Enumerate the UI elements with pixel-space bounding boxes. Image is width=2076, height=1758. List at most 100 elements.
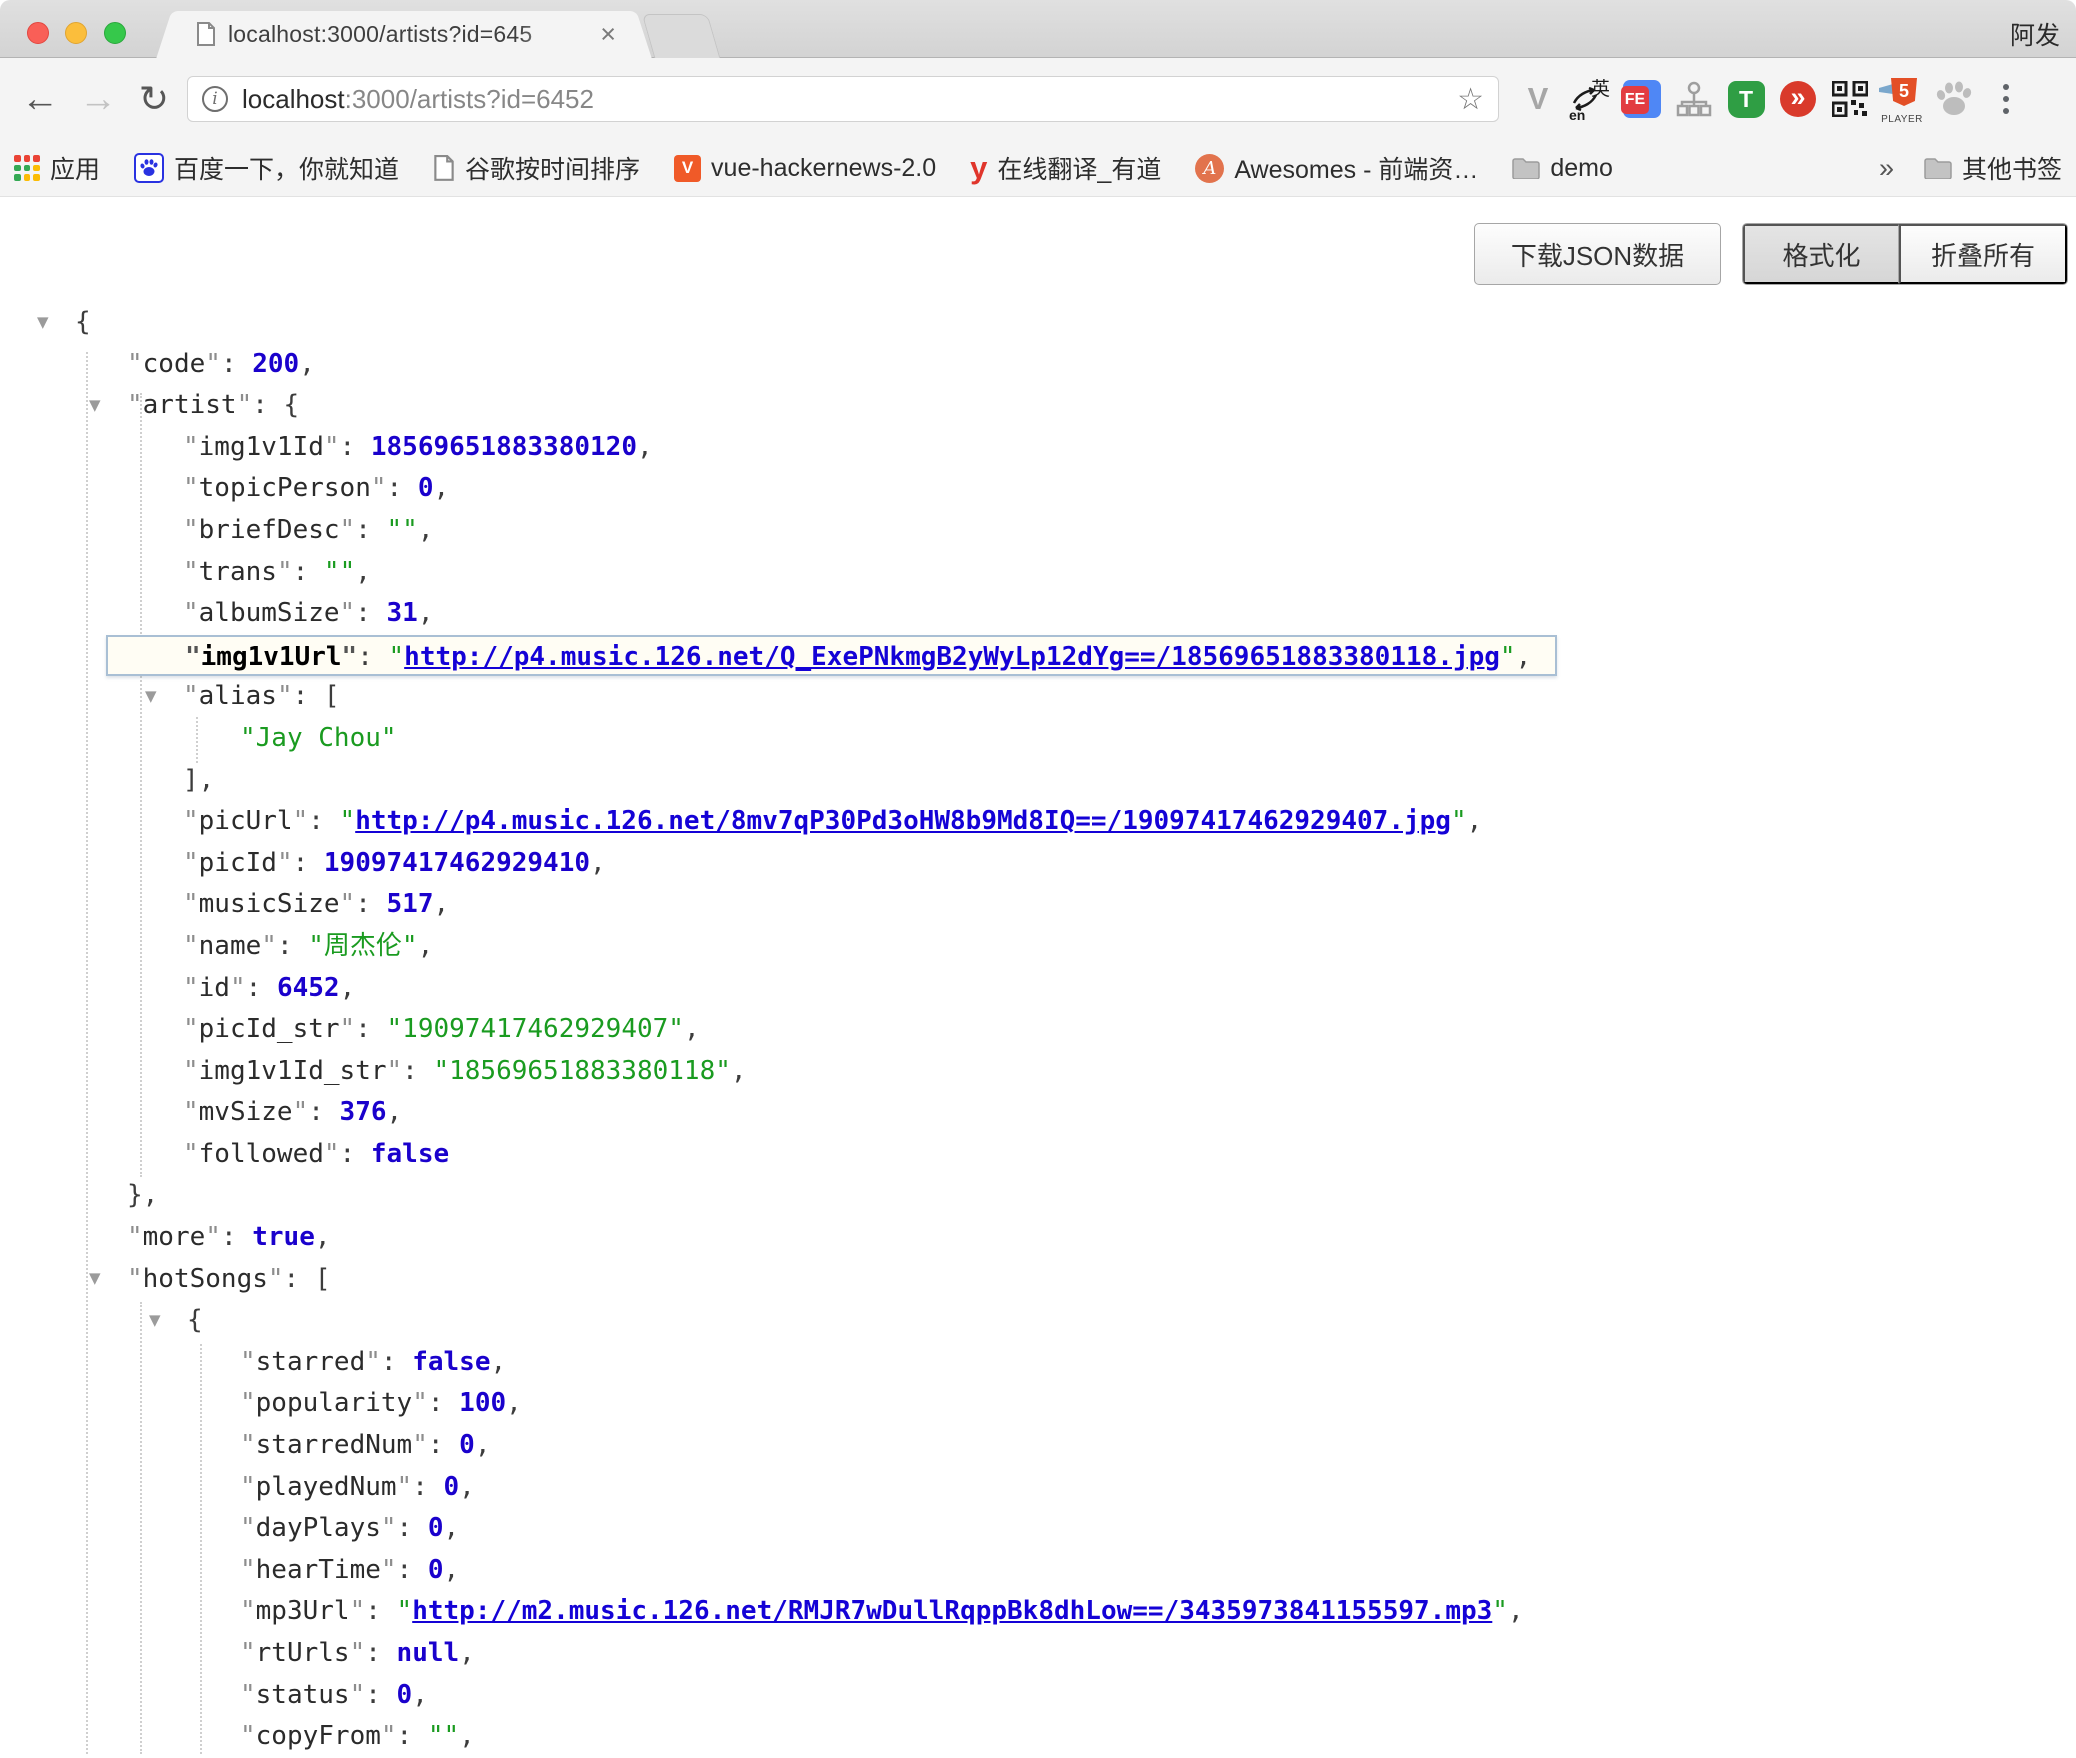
json-token-b: true — [252, 1222, 315, 1252]
kebab-menu-icon — [2003, 84, 2009, 114]
format-button[interactable]: 格式化 — [1743, 224, 1899, 284]
vimium-extension-icon[interactable]: V — [1512, 77, 1564, 121]
awesomes-icon: A — [1195, 154, 1224, 183]
html5-player-extension-icon[interactable]: 5 PLAYER — [1876, 77, 1928, 121]
fast-forward-extension-icon[interactable]: » — [1772, 77, 1824, 121]
bookmark-youdao-translate[interactable]: y 在线翻译_有道 — [970, 150, 1161, 186]
collapse-toggle-icon[interactable]: ▼ — [89, 1259, 101, 1301]
json-token-b: false — [412, 1347, 490, 1377]
bookmark-google-sort[interactable]: 谷歌按时间排序 — [433, 150, 640, 186]
json-token-p: , — [590, 848, 606, 878]
json-token-p: , — [684, 1014, 700, 1044]
bookmark-vue-hackernews[interactable]: V vue-hackernews-2.0 — [674, 154, 936, 183]
new-tab-button[interactable] — [642, 14, 721, 58]
page-icon — [433, 155, 455, 182]
close-window-button[interactable] — [27, 22, 49, 44]
json-token-n: 0 — [418, 473, 434, 503]
json-token-q: " — [1500, 642, 1516, 672]
browser-menu-button[interactable] — [1980, 77, 2032, 121]
json-token-k: hotSongs — [127, 1264, 284, 1294]
fe-extension-icon[interactable]: FE — [1616, 77, 1668, 121]
collapse-toggle-icon[interactable]: ▼ — [37, 302, 49, 344]
json-token-p: : — [277, 931, 308, 961]
paw-extension-icon[interactable] — [1928, 77, 1980, 121]
json-token-p: : — [355, 1014, 386, 1044]
profile-name[interactable]: 阿发 — [2010, 16, 2060, 52]
json-url-link[interactable]: http://m2.music.126.net/RMJR7wDullRqppBk… — [412, 1596, 1492, 1626]
json-line: trans: , — [0, 552, 2076, 594]
json-token-b: false — [371, 1139, 449, 1169]
json-token-k: id — [183, 973, 246, 1003]
bookmark-awesomes[interactable]: A Awesomes - 前端资… — [1195, 150, 1478, 186]
json-line: followed: false — [0, 1134, 2076, 1176]
url-text[interactable]: localhost:3000/artists?id=6452 — [242, 84, 594, 115]
bookmark-apps[interactable]: 应用 — [14, 150, 100, 186]
sitemap-extension-icon[interactable] — [1668, 77, 1720, 121]
json-token-p: }, — [127, 1180, 158, 1210]
json-token-p: : — [293, 681, 324, 711]
fullscreen-window-button[interactable] — [104, 22, 126, 44]
json-url-link[interactable]: http://p4.music.126.net/Q_ExePNkmgB2yWyL… — [404, 642, 1500, 672]
tab-title-fade — [518, 21, 588, 48]
browser-tab[interactable]: localhost:3000/artists?id=645 × — [178, 11, 630, 58]
json-url-link[interactable]: http://p4.music.126.net/8mv7qP30Pd3oHW8b… — [355, 806, 1451, 836]
json-token-k: playedNum — [240, 1472, 412, 1502]
collapse-all-button[interactable]: 折叠所有 — [1899, 224, 2067, 284]
json-line: ], — [0, 760, 2076, 802]
json-token-p: , — [1467, 806, 1483, 836]
json-token-k: code — [127, 349, 221, 379]
json-token-p: : — [397, 1513, 428, 1543]
json-token-p: : — [365, 1680, 396, 1710]
bookmark-baidu[interactable]: 百度一下，你就知道 — [134, 150, 399, 186]
json-token-k: picId_str — [183, 1014, 355, 1044]
collapse-toggle-icon[interactable]: ▼ — [149, 1300, 161, 1342]
json-token-p: , — [1516, 642, 1532, 672]
bookmarks-overflow-button[interactable]: » — [1879, 153, 1894, 184]
json-line: ▼{ — [0, 1300, 2076, 1342]
back-button[interactable]: ← — [14, 58, 66, 140]
json-token-k: rtUrls — [240, 1638, 365, 1668]
tab-title: localhost:3000/artists?id=645 — [228, 21, 532, 47]
json-token-p: : — [412, 1472, 443, 1502]
json-token-n: 200 — [252, 349, 299, 379]
baidu-paw-icon — [134, 153, 164, 183]
json-token-p: : — [246, 973, 277, 1003]
tab-bar: localhost:3000/artists?id=645 × 阿发 — [0, 0, 2076, 58]
translate-extension-icon[interactable]: 英 en — [1564, 77, 1616, 121]
collapse-toggle-icon[interactable]: ▼ — [145, 676, 157, 718]
apps-grid-icon — [14, 155, 40, 181]
bookmark-star-icon[interactable]: ☆ — [1457, 82, 1484, 117]
json-token-k: status — [240, 1680, 365, 1710]
download-json-button[interactable]: 下载JSON数据 — [1474, 223, 1721, 285]
json-line: playedNum: 0, — [0, 1467, 2076, 1509]
view-mode-segmented-control: 格式化 折叠所有 — [1742, 223, 2068, 285]
json-token-p: { — [187, 1305, 203, 1335]
qr-code-extension-icon[interactable] — [1824, 77, 1876, 121]
json-line: copyFrom: , — [0, 1716, 2076, 1758]
json-token-k: popularity — [240, 1388, 428, 1418]
json-token-kb: img1v1Url — [185, 642, 357, 672]
collapse-toggle-icon[interactable]: ▼ — [89, 385, 101, 427]
json-token-p: , — [340, 973, 356, 1003]
minimize-window-button[interactable] — [65, 22, 87, 44]
json-token-p: : — [340, 432, 371, 462]
address-bar[interactable]: i localhost:3000/artists?id=6452 ☆ — [187, 76, 1499, 122]
json-line: img1v1Id_str: 18569651883380118, — [0, 1051, 2076, 1093]
json-token-p: , — [299, 349, 315, 379]
reload-button[interactable]: ↻ — [128, 58, 180, 140]
forward-button: → — [72, 58, 124, 140]
json-token-k: img1v1Id_str — [183, 1056, 402, 1086]
close-tab-button[interactable]: × — [596, 21, 620, 48]
json-line: Jay Chou — [0, 718, 2076, 760]
json-token-n: 0 — [428, 1513, 444, 1543]
tampermonkey-extension-icon[interactable]: T — [1720, 77, 1772, 121]
json-token-p: , — [475, 1430, 491, 1460]
json-line: id: 6452, — [0, 968, 2076, 1010]
json-token-p: : — [387, 473, 418, 503]
bookmark-folder-demo[interactable]: demo — [1512, 154, 1613, 183]
json-token-k: name — [183, 931, 277, 961]
json-line: topicPerson: 0, — [0, 468, 2076, 510]
other-bookmarks-folder[interactable]: 其他书签 — [1924, 150, 2062, 186]
json-line: hearTime: 0, — [0, 1550, 2076, 1592]
site-info-icon[interactable]: i — [202, 86, 228, 112]
